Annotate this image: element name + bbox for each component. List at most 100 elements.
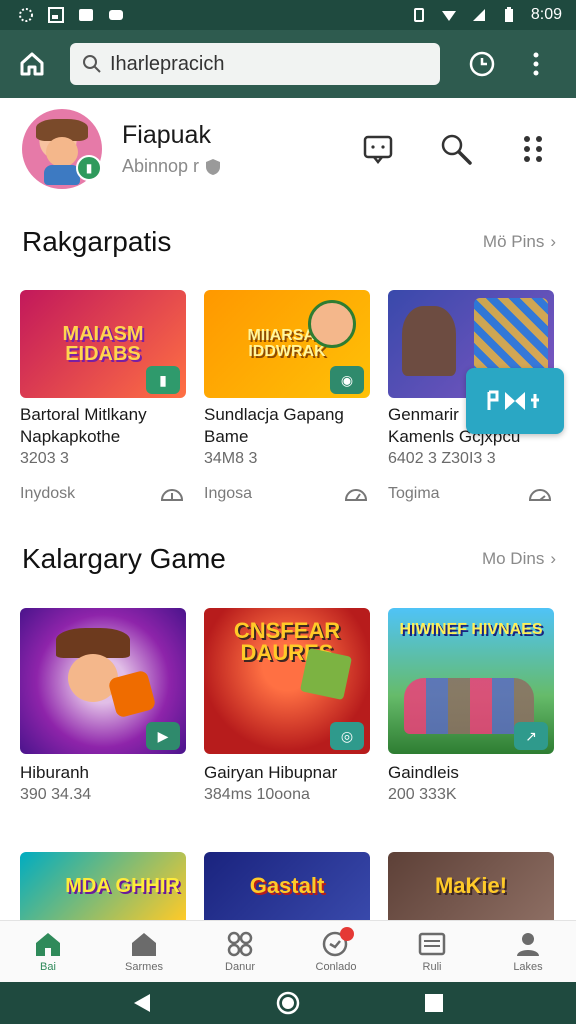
- face-art-icon: [68, 654, 118, 702]
- nav-item-grid[interactable]: Danur: [192, 921, 288, 982]
- nav-item-home[interactable]: Bai: [0, 921, 96, 982]
- battery-icon: [501, 7, 517, 23]
- install-tag-icon: ▮: [146, 366, 180, 394]
- nav-label: Conlado: [315, 960, 357, 973]
- game-card[interactable]: MaKie!: [388, 852, 554, 920]
- nav-label: Lakes: [513, 960, 543, 973]
- notification-badge: [340, 927, 354, 941]
- game-card[interactable]: HIWINEF HIVNAES ↗ Gaindleis 200 333K: [388, 608, 554, 804]
- search-input[interactable]: [110, 52, 410, 76]
- thumbnail-art-text: MDA GHHIR: [65, 875, 180, 897]
- gauge-icon[interactable]: [160, 484, 184, 504]
- level-badge-icon: ▮: [76, 155, 102, 181]
- chevron-right-icon: ›: [550, 232, 556, 251]
- card-title: Gaindleis: [388, 763, 459, 782]
- section-header-2: Kalargary Game Mo Dins ›: [22, 543, 556, 575]
- profile-subtitle: Abinnop r: [122, 156, 200, 176]
- clock-icon: [469, 51, 495, 77]
- more-vertical-icon: [533, 52, 539, 76]
- search-icon: [83, 55, 101, 73]
- game-thumbnail: MAIASM EIDABS ▮: [20, 290, 186, 398]
- home-circle-icon[interactable]: [276, 991, 300, 1015]
- game-card[interactable]: MAIASM EIDABS ▮ Bartoral Mitlkany Napkapk…: [20, 290, 186, 504]
- section-header-1: Rakgarpatis Mö Pins ›: [22, 226, 556, 258]
- status-time: 8:09: [530, 6, 562, 23]
- recents-icon[interactable]: [424, 993, 444, 1013]
- game-card[interactable]: Gastalt: [204, 852, 370, 920]
- section-title: Kalargary Game: [22, 543, 226, 574]
- game-card[interactable]: CNSFEAR DAURES ◎ Gairyan Hibupnar 384ms …: [204, 608, 370, 804]
- game-card[interactable]: MDA GHHIR: [20, 852, 186, 920]
- nav-label: Danur: [225, 960, 255, 973]
- game-icon: [108, 7, 124, 23]
- install-tag-icon: ◉: [330, 366, 364, 394]
- card-meta: 34M8 3: [204, 450, 258, 467]
- profile-name: Fiapuak: [122, 121, 211, 149]
- gem-art-icon: [107, 669, 157, 719]
- list-icon: [418, 932, 446, 955]
- game-thumbnail: Gastalt: [204, 852, 370, 920]
- card-footer-label: Ingosa: [204, 485, 253, 502]
- chevron-right-icon: ›: [550, 549, 556, 568]
- card-footer-label: Inydosk: [20, 485, 76, 502]
- nav-item-store[interactable]: Sarmes: [96, 921, 192, 982]
- avatar[interactable]: ▮: [22, 109, 102, 189]
- person-icon: [517, 932, 539, 956]
- block-art-icon: [299, 647, 353, 701]
- dots-icon: [524, 136, 542, 162]
- message-button[interactable]: [358, 129, 398, 169]
- search-bar[interactable]: [70, 43, 440, 85]
- chat-box-icon: [363, 135, 393, 165]
- back-icon[interactable]: [132, 992, 152, 1014]
- character-art-icon: [402, 306, 456, 376]
- nav-item-chat[interactable]: Conlado: [288, 921, 384, 982]
- search-profile-button[interactable]: [436, 129, 476, 169]
- game-thumbnail: MaKie!: [388, 852, 554, 920]
- see-more-link[interactable]: Mö Pins ›: [483, 232, 556, 252]
- store-tag-icon: ◎: [330, 722, 364, 750]
- card-row-2: ▶ Hiburanh 390 34.34 CNSFEAR DAURES ◎ Ga…: [20, 608, 554, 804]
- gauge-icon[interactable]: [344, 484, 368, 504]
- game-thumbnail: ▶: [20, 608, 186, 754]
- game-card[interactable]: MIIARSAK IDDWRAK ◉ Sundlacja Gapang Bame …: [204, 290, 370, 504]
- thumbnail-art-text: Gastalt: [249, 873, 325, 898]
- card-title: Hiburanh: [20, 763, 89, 782]
- see-more-label: Mö Pins: [482, 232, 545, 251]
- card-title: Bartoral Mitlkany Napkapkothe: [20, 405, 147, 446]
- system-nav-bar: [0, 982, 576, 1024]
- card-meta: 3203 3: [20, 450, 69, 467]
- floating-action-button[interactable]: [466, 368, 564, 434]
- home-button[interactable]: [12, 44, 52, 84]
- gauge-icon[interactable]: [528, 484, 552, 504]
- shield-icon: [206, 158, 221, 175]
- character-art-icon: [308, 300, 356, 348]
- overflow-menu-button[interactable]: [526, 46, 546, 82]
- game-card[interactable]: ▶ Hiburanh 390 34.34: [20, 608, 186, 804]
- game-thumbnail: MDA GHHIR: [20, 852, 186, 920]
- card-meta: 6402 3 Z30I3 3: [388, 450, 496, 467]
- section-title: Rakgarpatis: [22, 226, 172, 257]
- link-tag-icon: ↗: [514, 722, 548, 750]
- store-icon: [132, 932, 156, 956]
- status-bar: 8:09: [0, 0, 576, 30]
- loading-icon: [18, 7, 34, 23]
- home-icon: [36, 932, 60, 956]
- bottom-navigation: Bai Sarmes Danur Conlado Ruli Lakes: [0, 920, 576, 982]
- card-meta: 384ms 10oona: [204, 786, 310, 803]
- wifi-icon: [441, 7, 457, 23]
- nav-label: Ruli: [422, 960, 442, 973]
- see-more-label: Mo Dins: [481, 549, 545, 568]
- profile-header: ▮ Fiapuak Abinnop r: [0, 98, 576, 200]
- nav-item-profile[interactable]: Lakes: [480, 921, 576, 982]
- magnifier-icon: [441, 134, 472, 165]
- profile-menu-button[interactable]: [514, 129, 554, 169]
- see-more-link[interactable]: Mo Dins ›: [482, 549, 556, 569]
- nav-label: Bai: [40, 960, 56, 973]
- app-bar: [0, 30, 576, 98]
- thumbnail-art-text: MaKie!: [434, 873, 508, 898]
- history-button[interactable]: [464, 46, 500, 82]
- nav-item-list[interactable]: Ruli: [384, 921, 480, 982]
- grid-icon: [227, 931, 253, 956]
- card-title: Sundlacja Gapang Bame: [204, 405, 344, 446]
- card-meta: 200 333K: [388, 786, 457, 803]
